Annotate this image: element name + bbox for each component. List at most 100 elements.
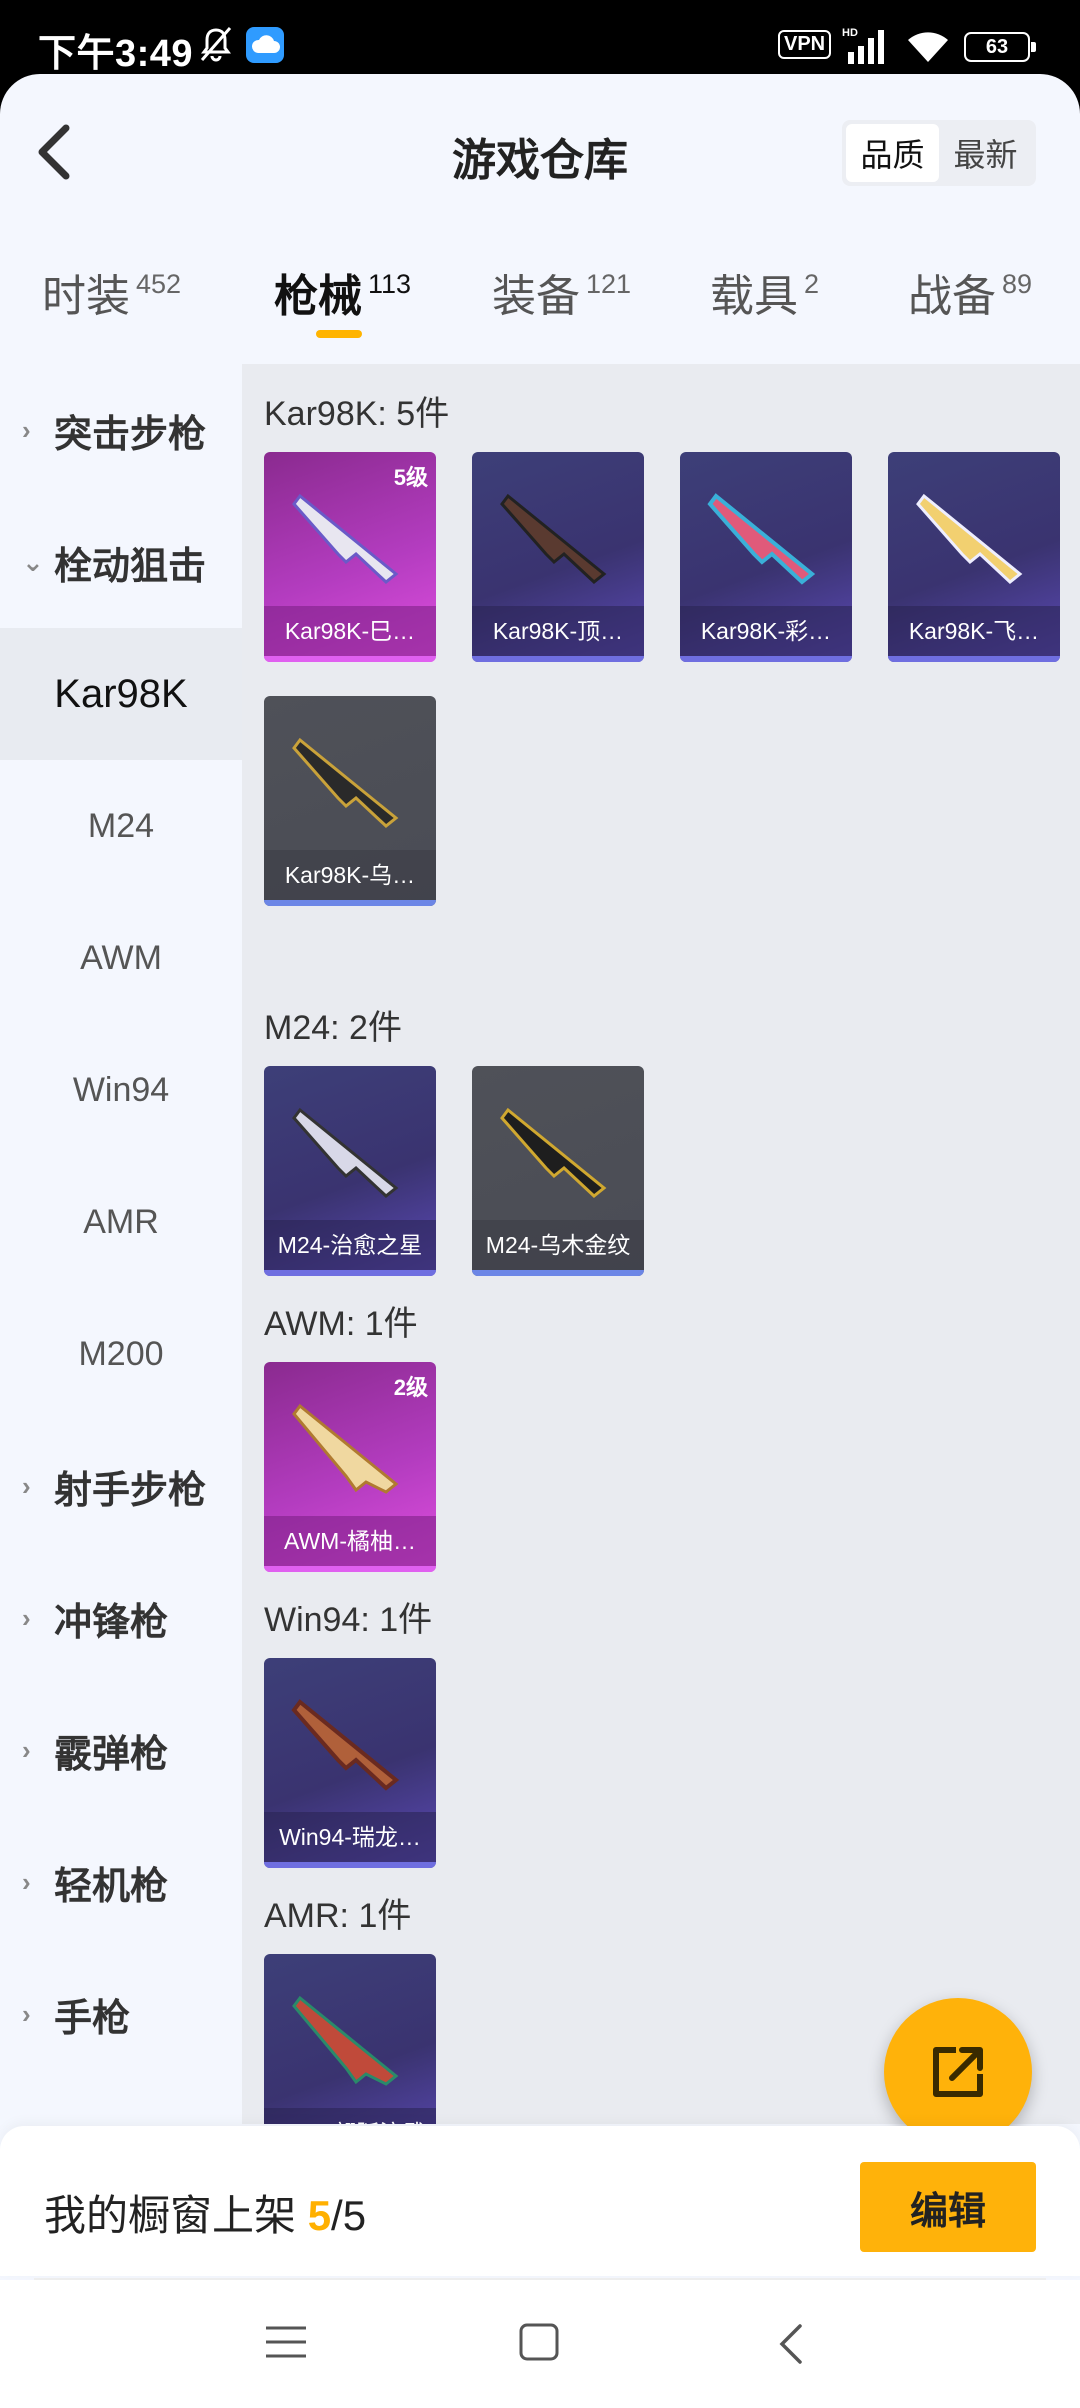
shelf-label: 我的橱窗上架 [44,2192,297,2239]
battery-indicator: 63 [964,32,1036,62]
rifle-icon [291,1699,400,1791]
tab-count: 452 [136,269,182,299]
sidebar-category-assault-rifle[interactable]: › 突击步枪 [0,364,242,496]
chevron-right-icon: › [22,1470,31,1501]
weapon-card[interactable]: M24-治愈之星 [264,1066,436,1276]
tab-vehicles[interactable]: 载具 2 [710,260,819,324]
warehouse-screen: 游戏仓库 品质 最新 时装 452 枪械 113 装备 121 载具 2 战备 89 › 突… [0,74,1080,2408]
level-badge: 2级 [393,1375,428,1400]
weapon-card-label: Kar98K-巳… [264,606,436,656]
weapon-card[interactable]: Kar98K-飞… [888,452,1060,662]
shelf-current-count: 5 [307,2192,332,2239]
group-title: M24: 2件 [264,1009,402,1047]
group-title: Kar98K: 5件 [264,395,450,433]
rifle-icon [916,493,1023,584]
rifle-icon [500,1107,607,1198]
sidebar-category-label: 突击步枪 [54,413,207,456]
weapon-card-label: Kar98K-顶… [472,606,644,656]
chevron-right-icon: › [22,414,31,445]
weapon-card-label: Win94-瑞龙… [264,1812,436,1862]
wifi-icon [908,32,948,62]
shelf-total-count: /5 [331,2192,367,2239]
vpn-badge: VPN [778,30,832,59]
sidebar-item-kar98k[interactable]: Kar98K [0,628,242,760]
tab-label: 载具 [710,272,798,321]
weapon-grid: Kar98K: 5件 5级 Kar98K-巳… Kar98K-顶… Kar98K… [242,364,1080,2124]
rarity-bar [680,656,852,662]
sidebar-category-smg[interactable]: › 冲锋枪 [0,1552,242,1684]
rarity-bar [264,656,436,662]
rifle-icon [292,1403,399,1494]
sidebar-item-amr[interactable]: AMR [0,1156,242,1288]
sort-option-latest[interactable]: 最新 [939,124,1032,182]
rifle-icon [292,737,399,828]
edit-button[interactable]: 编辑 [860,2162,1036,2252]
share-button[interactable] [884,1998,1032,2146]
sidebar-category-bolt-sniper[interactable]: ⌄ 栓动狙击 [0,496,242,628]
tab-equipment[interactable]: 装备 121 [492,260,631,324]
sidebar-category-lmg[interactable]: › 轻机枪 [0,1816,242,1948]
chevron-right-icon: › [22,1734,31,1765]
rarity-bar [472,656,644,662]
rifle-icon [707,493,816,585]
weapon-card[interactable]: 5级 Kar98K-巳… [264,452,436,662]
rifle-icon [292,493,399,584]
tab-label: 枪械 [274,272,362,321]
group-title: AMR: 1件 [264,1897,412,1935]
rifle-icon [500,493,607,584]
active-tab-indicator [316,330,362,338]
group-title: AWM: 1件 [264,1305,418,1343]
sort-option-quality[interactable]: 品质 [846,124,939,182]
rarity-bar [264,1566,436,1572]
bell-off-icon [200,27,232,62]
sidebar-category-label: 射手步枪 [54,1469,207,1512]
weapon-card-label: M24-治愈之星 [264,1220,436,1270]
tab-fashion[interactable]: 时装 452 [42,260,181,324]
weapon-card-label: Kar98K-飞… [888,606,1060,656]
home-icon[interactable] [518,2322,560,2362]
showcase-shelf-bar: 我的橱窗上架 5/5 编辑 [0,2126,1080,2276]
tab-firearms[interactable]: 枪械 113 [274,260,411,324]
tab-count: 113 [368,269,412,299]
weapon-card[interactable]: Kar98K-乌… [264,696,436,906]
sidebar-category-pistol[interactable]: › 手枪 [0,1948,242,2080]
weapon-card[interactable]: AMR-翩跹演武 [264,1954,436,2124]
chevron-right-icon: › [22,1602,31,1633]
tab-label: 装备 [492,272,580,321]
sidebar-item-m200[interactable]: M200 [0,1288,242,1420]
rarity-bar [264,900,436,906]
weapon-card-label: M24-乌木金纹 [472,1220,644,1270]
share-icon [933,2047,983,2097]
sidebar-item-m24[interactable]: M24 [0,760,242,892]
status-bar: 下午3:49 VPN HD 63 [0,0,1080,80]
weapon-card[interactable]: M24-乌木金纹 [472,1066,644,1276]
weapon-card-label: Kar98K-彩… [680,606,852,656]
rarity-bar [264,1862,436,1868]
weapon-card-label: Kar98K-乌… [264,850,436,900]
weapon-card[interactable]: Kar98K-彩… [680,452,852,662]
tab-label: 时装 [42,272,130,321]
header: 游戏仓库 品质 最新 [0,74,1080,224]
weapon-card[interactable]: 2级 AWM-橘柚… [264,1362,436,1572]
rarity-bar [472,1270,644,1276]
chevron-right-icon: › [22,1998,31,2029]
sidebar-category-shotgun[interactable]: › 霰弹枪 [0,1684,242,1816]
weapon-card[interactable]: Win94-瑞龙… [264,1658,436,1868]
shelf-text: 我的橱窗上架 5/5 [44,2182,366,2243]
cloud-icon [246,27,284,63]
rarity-bar [264,1270,436,1276]
tab-count: 89 [1002,269,1033,299]
menu-icon[interactable] [264,2322,308,2362]
tab-label: 战备 [908,272,996,321]
rarity-bar [888,656,1060,662]
tab-combat-gear[interactable]: 战备 89 [908,260,1032,324]
weapon-sidebar: › 突击步枪 ⌄ 栓动狙击 Kar98K M24 AWM Win94 AMR M20… [0,364,242,2194]
sidebar-category-marksman-rifle[interactable]: › 射手步枪 [0,1420,242,1552]
weapon-card[interactable]: Kar98K-顶… [472,452,644,662]
sidebar-item-win94[interactable]: Win94 [0,1024,242,1156]
nav-back-icon[interactable] [776,2322,806,2366]
sidebar-category-label: 霰弹枪 [54,1733,169,1776]
svg-text:HD: HD [842,27,858,39]
sidebar-item-awm[interactable]: AWM [0,892,242,1024]
signal-icon: HD [842,27,884,64]
